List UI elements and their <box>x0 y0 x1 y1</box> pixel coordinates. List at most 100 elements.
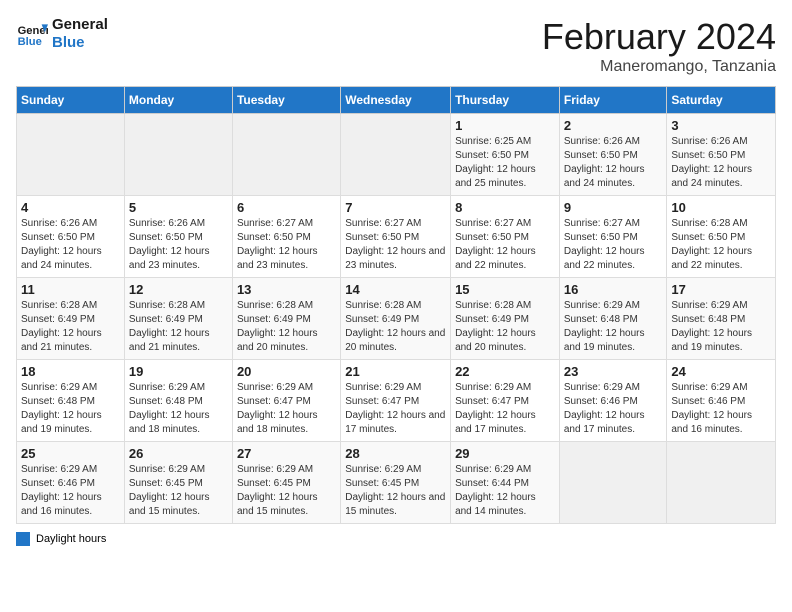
day-header-row: SundayMondayTuesdayWednesdayThursdayFrid… <box>17 87 776 114</box>
day-number: 27 <box>237 446 336 461</box>
day-cell: 22Sunrise: 6:29 AMSunset: 6:47 PMDayligh… <box>451 360 560 442</box>
day-cell: 15 Sunrise: 6:28 AMSunset: 6:49 PMDayligh… <box>451 278 560 360</box>
day-header-sunday: Sunday <box>17 87 125 114</box>
day-info: Sunrise: 6:29 AMSunset: 6:45 PMDaylight:… <box>237 463 336 519</box>
day-cell: 24 Sunrise: 6:29 AMSunset: 6:46 PMDayligh… <box>667 360 776 442</box>
day-cell: 21 Sunrise: 6:29 AMSunset: 6:47 PMDayligh… <box>341 360 451 442</box>
legend-box <box>16 532 30 546</box>
day-number: 20 <box>237 364 336 379</box>
day-info: Sunrise: 6:27 AMSunset: 6:50 PMDaylight:… <box>455 217 555 273</box>
day-info: Sunrise: 6:29 AMSunset: 6:44 PMDaylight:… <box>455 463 555 519</box>
day-cell: 29 Sunrise: 6:29 AMSunset: 6:44 PMDayligh… <box>451 442 560 524</box>
day-info: Sunrise: 6:29 AMSunset: 6:47 PMDaylight:… <box>455 381 555 437</box>
week-row-2: 4 Sunrise: 6:26 AMSunset: 6:50 PMDaylight… <box>17 196 776 278</box>
day-info: Sunrise: 6:29 AMSunset: 6:48 PMDaylight:… <box>129 381 228 437</box>
day-cell: 8 Sunrise: 6:27 AMSunset: 6:50 PMDaylight… <box>451 196 560 278</box>
day-info: Sunrise: 6:27 AMSunset: 6:50 PMDaylight:… <box>564 217 663 273</box>
day-cell: 1 Sunrise: 6:25 AMSunset: 6:50 PMDaylight… <box>451 114 560 196</box>
day-number: 1 <box>455 118 555 133</box>
day-info: Sunrise: 6:28 AMSunset: 6:49 PMDaylight:… <box>237 299 336 355</box>
day-number: 5 <box>129 200 228 215</box>
day-info: Sunrise: 6:26 AMSunset: 6:50 PMDaylight:… <box>129 217 228 273</box>
day-number: 23 <box>564 364 663 379</box>
logo-general: General <box>52 16 108 34</box>
day-info: Sunrise: 6:29 AMSunset: 6:48 PMDaylight:… <box>564 299 663 355</box>
day-number: 17 <box>671 282 771 297</box>
day-info: Sunrise: 6:29 AMSunset: 6:45 PMDaylight:… <box>129 463 228 519</box>
day-info: Sunrise: 6:26 AMSunset: 6:50 PMDaylight:… <box>21 217 120 273</box>
day-number: 15 <box>455 282 555 297</box>
day-number: 16 <box>564 282 663 297</box>
week-row-5: 25Sunrise: 6:29 AMSunset: 6:46 PMDayligh… <box>17 442 776 524</box>
day-number: 10 <box>671 200 771 215</box>
day-cell: 6 Sunrise: 6:27 AMSunset: 6:50 PMDaylight… <box>232 196 340 278</box>
day-number: 14 <box>345 282 446 297</box>
logo-icon: General Blue <box>16 18 48 50</box>
title-area: February 2024 Maneromango, Tanzania <box>542 16 776 76</box>
day-info: Sunrise: 6:29 AMSunset: 6:45 PMDaylight:… <box>345 463 446 519</box>
day-number: 7 <box>345 200 446 215</box>
week-row-1: 1 Sunrise: 6:25 AMSunset: 6:50 PMDaylight… <box>17 114 776 196</box>
day-number: 6 <box>237 200 336 215</box>
calendar-table: SundayMondayTuesdayWednesdayThursdayFrid… <box>16 86 776 524</box>
day-info: Sunrise: 6:29 AMSunset: 6:47 PMDaylight:… <box>237 381 336 437</box>
day-info: Sunrise: 6:28 AMSunset: 6:49 PMDaylight:… <box>129 299 228 355</box>
day-cell: 25Sunrise: 6:29 AMSunset: 6:46 PMDayligh… <box>17 442 125 524</box>
day-cell <box>232 114 340 196</box>
day-cell: 18Sunrise: 6:29 AMSunset: 6:48 PMDayligh… <box>17 360 125 442</box>
subtitle: Maneromango, Tanzania <box>542 58 776 76</box>
day-number: 9 <box>564 200 663 215</box>
day-info: Sunrise: 6:27 AMSunset: 6:50 PMDaylight:… <box>345 217 446 273</box>
day-info: Sunrise: 6:29 AMSunset: 6:48 PMDaylight:… <box>671 299 771 355</box>
day-cell: 5 Sunrise: 6:26 AMSunset: 6:50 PMDaylight… <box>124 196 232 278</box>
day-info: Sunrise: 6:26 AMSunset: 6:50 PMDaylight:… <box>564 135 663 191</box>
day-number: 13 <box>237 282 336 297</box>
day-cell: 28Sunrise: 6:29 AMSunset: 6:45 PMDayligh… <box>341 442 451 524</box>
day-cell: 3 Sunrise: 6:26 AMSunset: 6:50 PMDaylight… <box>667 114 776 196</box>
day-info: Sunrise: 6:29 AMSunset: 6:46 PMDaylight:… <box>671 381 771 437</box>
day-number: 29 <box>455 446 555 461</box>
day-info: Sunrise: 6:26 AMSunset: 6:50 PMDaylight:… <box>671 135 771 191</box>
day-info: Sunrise: 6:29 AMSunset: 6:48 PMDaylight:… <box>21 381 120 437</box>
day-number: 24 <box>671 364 771 379</box>
day-number: 8 <box>455 200 555 215</box>
day-cell <box>667 442 776 524</box>
day-number: 25 <box>21 446 120 461</box>
day-cell: 11 Sunrise: 6:28 AMSunset: 6:49 PMDayligh… <box>17 278 125 360</box>
logo-blue: Blue <box>52 34 108 52</box>
day-header-wednesday: Wednesday <box>341 87 451 114</box>
day-number: 26 <box>129 446 228 461</box>
day-info: Sunrise: 6:25 AMSunset: 6:50 PMDaylight:… <box>455 135 555 191</box>
day-info: Sunrise: 6:27 AMSunset: 6:50 PMDaylight:… <box>237 217 336 273</box>
week-row-4: 18Sunrise: 6:29 AMSunset: 6:48 PMDayligh… <box>17 360 776 442</box>
day-cell: 10Sunrise: 6:28 AMSunset: 6:50 PMDayligh… <box>667 196 776 278</box>
main-title: February 2024 <box>542 16 776 58</box>
day-info: Sunrise: 6:28 AMSunset: 6:49 PMDaylight:… <box>345 299 446 355</box>
day-cell: 19 Sunrise: 6:29 AMSunset: 6:48 PMDayligh… <box>124 360 232 442</box>
header: General Blue General Blue February 2024 … <box>16 16 776 76</box>
day-number: 12 <box>129 282 228 297</box>
day-cell: 27 Sunrise: 6:29 AMSunset: 6:45 PMDayligh… <box>232 442 340 524</box>
legend: Daylight hours <box>16 532 776 546</box>
day-info: Sunrise: 6:28 AMSunset: 6:49 PMDaylight:… <box>21 299 120 355</box>
day-cell: 12 Sunrise: 6:28 AMSunset: 6:49 PMDayligh… <box>124 278 232 360</box>
day-number: 21 <box>345 364 446 379</box>
day-cell <box>559 442 667 524</box>
day-cell <box>124 114 232 196</box>
day-number: 19 <box>129 364 228 379</box>
day-cell: 4 Sunrise: 6:26 AMSunset: 6:50 PMDaylight… <box>17 196 125 278</box>
day-cell: 23Sunrise: 6:29 AMSunset: 6:46 PMDayligh… <box>559 360 667 442</box>
day-header-saturday: Saturday <box>667 87 776 114</box>
day-cell: 16 Sunrise: 6:29 AMSunset: 6:48 PMDayligh… <box>559 278 667 360</box>
day-cell: 13 Sunrise: 6:28 AMSunset: 6:49 PMDayligh… <box>232 278 340 360</box>
day-cell: 17 Sunrise: 6:29 AMSunset: 6:48 PMDayligh… <box>667 278 776 360</box>
logo: General Blue General Blue <box>16 16 108 52</box>
day-header-thursday: Thursday <box>451 87 560 114</box>
day-cell: 26 Sunrise: 6:29 AMSunset: 6:45 PMDayligh… <box>124 442 232 524</box>
day-number: 3 <box>671 118 771 133</box>
day-info: Sunrise: 6:28 AMSunset: 6:49 PMDaylight:… <box>455 299 555 355</box>
day-cell: 7 Sunrise: 6:27 AMSunset: 6:50 PMDaylight… <box>341 196 451 278</box>
day-number: 11 <box>21 282 120 297</box>
day-info: Sunrise: 6:29 AMSunset: 6:47 PMDaylight:… <box>345 381 446 437</box>
day-number: 4 <box>21 200 120 215</box>
